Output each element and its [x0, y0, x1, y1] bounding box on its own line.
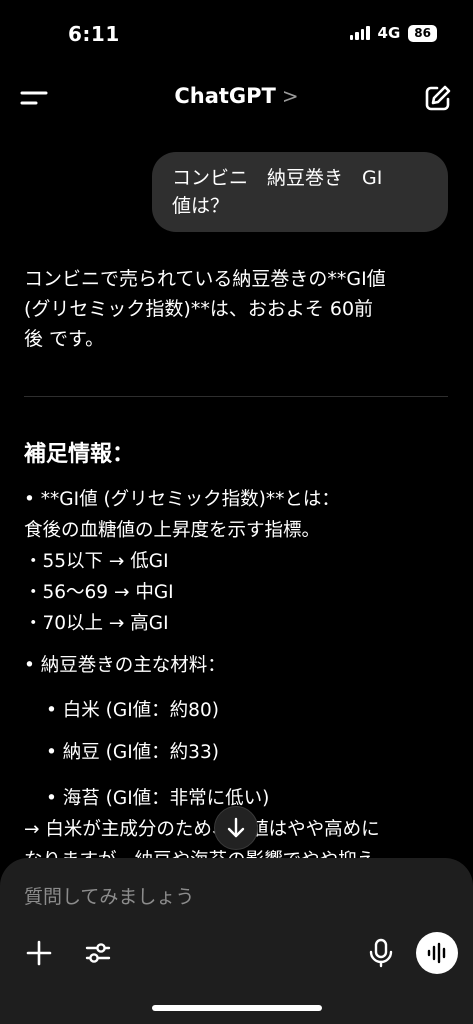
arrow-down-icon [227, 817, 245, 838]
answer-line: 後 です。 [24, 328, 105, 350]
plus-icon[interactable] [26, 940, 52, 966]
cellular-signal-icon [349, 26, 370, 40]
user-message-line: 値は？ [172, 195, 230, 217]
sliders-icon[interactable] [84, 939, 112, 967]
home-indicator [152, 1005, 322, 1011]
user-message-bubble: コンビニ 納豆巻き GI 値は？ [152, 152, 448, 232]
gi-line: ・70以上 → 高GI [24, 613, 169, 634]
chevron-right-icon: > [281, 84, 299, 108]
assistant-answer: コンビニで売られている納豆巻きの**GI値 (グリセミック指数)**は、おおよそ… [24, 264, 449, 354]
waveform-icon [427, 942, 446, 964]
gi-line: ・56〜69 → 中GI [24, 582, 174, 603]
gi-line: • **GI値 (グリセミック指数)**とは： [24, 489, 340, 510]
network-type: 4G [377, 24, 401, 42]
gi-definition: • **GI値 (グリセミック指数)**とは： 食後の血糖値の上昇度を示す指標。… [24, 484, 449, 639]
divider [24, 396, 448, 397]
answer-line: (グリセミック指数)**は、おおよそ 60前 [24, 298, 374, 320]
message-input[interactable]: 質問してみましょう [24, 882, 194, 909]
status-time: 6:11 [68, 22, 120, 46]
gi-line: ・55以下 → 低GI [24, 551, 169, 572]
list-item: • 白米 (GI値：約80) [46, 700, 219, 721]
app-title: ChatGPT [174, 84, 276, 108]
status-indicators: 4G 86 [349, 24, 437, 42]
voice-mode-button[interactable] [416, 932, 458, 974]
battery-level: 86 [408, 24, 437, 42]
materials-heading: • 納豆巻きの主な材料： [24, 655, 226, 676]
user-message-line: コンビニ 納豆巻き GI [172, 167, 383, 189]
compose-icon[interactable] [424, 84, 452, 112]
answer-line: コンビニで売られている納豆巻きの**GI値 [24, 268, 386, 290]
gi-line: 食後の血糖値の上昇度を示す指標。 [24, 520, 321, 541]
section-heading: 補足情報： [24, 442, 135, 467]
list-item: • 納豆 (GI値：約33) [46, 742, 219, 763]
model-selector[interactable]: ChatGPT > [0, 84, 473, 108]
scroll-to-bottom-button[interactable] [214, 806, 258, 850]
mic-icon[interactable] [368, 938, 394, 968]
